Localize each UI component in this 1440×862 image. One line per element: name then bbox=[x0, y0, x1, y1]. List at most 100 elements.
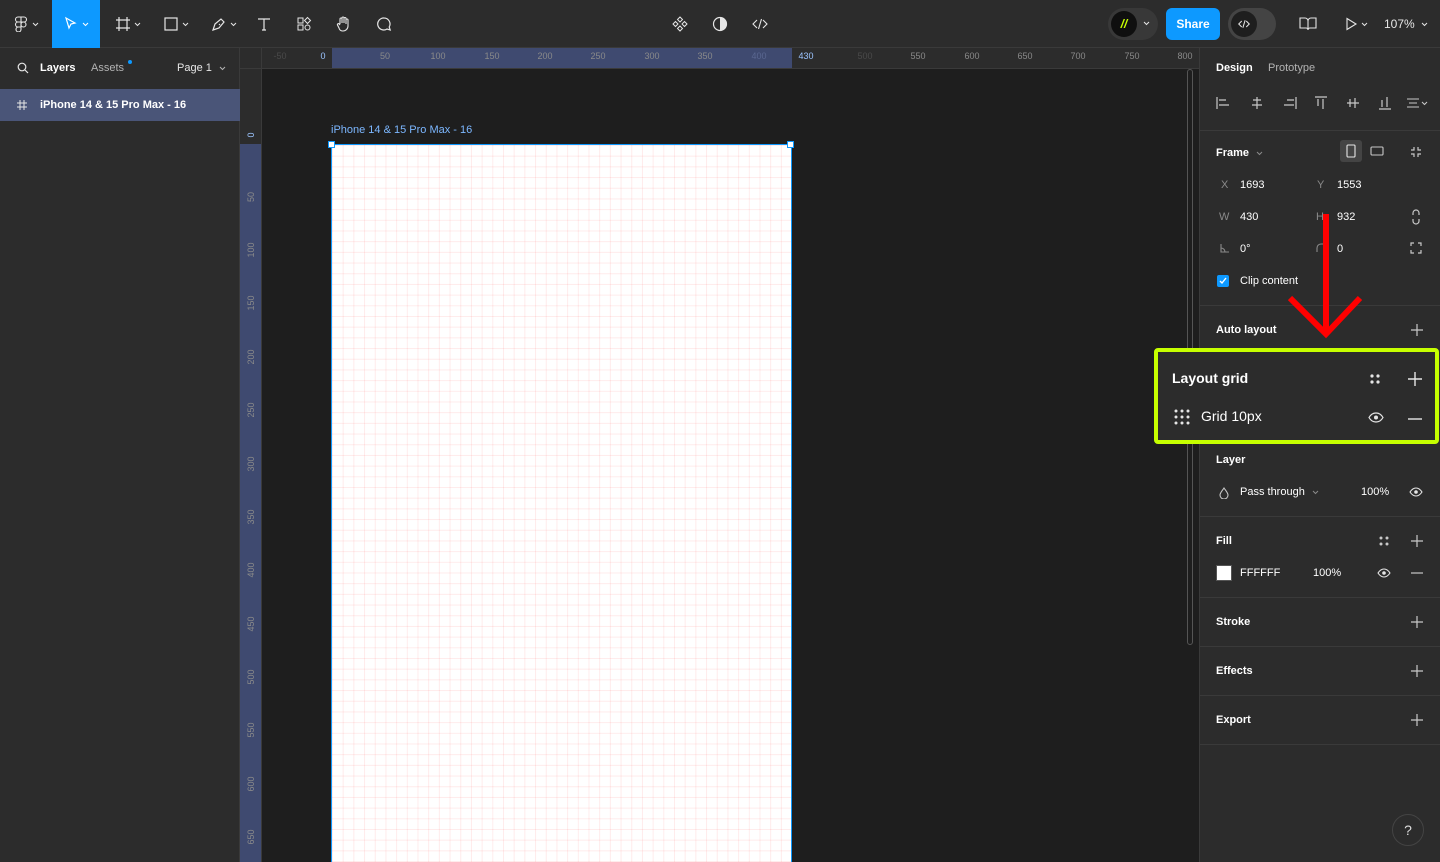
y-field[interactable]: 1553 bbox=[1337, 179, 1361, 191]
plus-icon[interactable] bbox=[1408, 372, 1422, 386]
resize-handle[interactable] bbox=[787, 141, 794, 148]
plus-icon[interactable] bbox=[1411, 665, 1423, 677]
distribute-icon[interactable] bbox=[1406, 96, 1428, 110]
chevron-down-icon bbox=[1361, 22, 1368, 26]
check-icon bbox=[1219, 277, 1227, 285]
tab-assets[interactable]: Assets bbox=[91, 62, 124, 74]
grid-icon[interactable] bbox=[1173, 408, 1191, 426]
divider bbox=[1200, 744, 1440, 745]
move-tool-button[interactable] bbox=[52, 0, 100, 48]
figma-logo-icon bbox=[14, 16, 28, 32]
align-horizontal-center-icon[interactable] bbox=[1250, 96, 1264, 110]
ruler-tick: 550 bbox=[910, 51, 926, 61]
align-left-icon[interactable] bbox=[1216, 96, 1230, 110]
align-top-icon[interactable] bbox=[1314, 96, 1328, 110]
frame-icon bbox=[116, 17, 130, 31]
portrait-button[interactable] bbox=[1340, 140, 1362, 162]
align-right-icon[interactable] bbox=[1283, 96, 1297, 110]
rotation-field[interactable]: 0° bbox=[1240, 243, 1251, 255]
search-icon[interactable] bbox=[17, 62, 29, 74]
components-button[interactable] bbox=[668, 0, 692, 48]
dev-mode-toggle[interactable] bbox=[1228, 8, 1276, 40]
page-label: Page 1 bbox=[177, 62, 212, 74]
landscape-button[interactable] bbox=[1366, 140, 1388, 162]
eye-icon[interactable] bbox=[1368, 412, 1384, 423]
layer-row[interactable]: iPhone 14 & 15 Pro Max - 16 bbox=[0, 89, 240, 121]
frame-label[interactable]: iPhone 14 & 15 Pro Max - 16 bbox=[331, 124, 472, 136]
align-bottom-icon[interactable] bbox=[1378, 96, 1392, 110]
chevron-down-icon bbox=[82, 22, 89, 26]
styles-icon[interactable] bbox=[1369, 373, 1381, 385]
share-button[interactable]: Share bbox=[1166, 8, 1220, 40]
layout-grid-title: Layout grid bbox=[1172, 370, 1249, 386]
tab-layers[interactable]: Layers bbox=[40, 62, 75, 74]
pen-tool-button[interactable] bbox=[204, 0, 244, 48]
blend-mode-select[interactable]: Pass through bbox=[1240, 486, 1319, 498]
shape-tool-button[interactable] bbox=[156, 0, 196, 48]
width-field[interactable]: 430 bbox=[1240, 211, 1258, 223]
frame-tool-button[interactable] bbox=[108, 0, 148, 48]
plus-icon[interactable] bbox=[1411, 714, 1423, 726]
ruler-tick: 350 bbox=[246, 509, 256, 525]
ruler-tick: 400 bbox=[751, 51, 767, 61]
chevron-down-icon bbox=[1421, 22, 1428, 26]
styles-icon[interactable] bbox=[1378, 535, 1390, 547]
resize-handle[interactable] bbox=[328, 141, 335, 148]
code-button[interactable] bbox=[748, 0, 772, 48]
horizontal-ruler[interactable]: -50 0 50 100 150 200 250 300 350 400 430… bbox=[262, 48, 1199, 69]
fill-color-swatch[interactable] bbox=[1216, 565, 1232, 581]
notification-dot bbox=[128, 60, 132, 64]
eye-icon[interactable] bbox=[1409, 487, 1423, 497]
main-menu-button[interactable] bbox=[8, 0, 44, 48]
independent-corners-icon[interactable] bbox=[1410, 242, 1422, 254]
eye-icon[interactable] bbox=[1377, 568, 1391, 578]
ruler-tick: 400 bbox=[246, 562, 256, 578]
canvas[interactable]: iPhone 14 & 15 Pro Max - 16 bbox=[262, 69, 1199, 862]
avatar: // bbox=[1111, 11, 1137, 37]
comment-icon bbox=[377, 17, 392, 31]
fill-hex-field[interactable]: FFFFFF bbox=[1240, 567, 1280, 579]
minus-icon[interactable] bbox=[1408, 418, 1422, 420]
x-field[interactable]: 1693 bbox=[1240, 179, 1264, 191]
text-tool-button[interactable] bbox=[252, 0, 276, 48]
contrast-icon bbox=[712, 16, 728, 32]
minus-icon[interactable] bbox=[1411, 572, 1423, 574]
zoom-menu[interactable]: 107% bbox=[1384, 0, 1428, 48]
constrain-proportions-icon[interactable] bbox=[1411, 209, 1421, 225]
x-label: X bbox=[1221, 179, 1229, 191]
user-menu[interactable]: // bbox=[1108, 8, 1158, 40]
panel-tabs: Layers Assets Page 1 bbox=[0, 48, 240, 88]
help-button[interactable]: ? bbox=[1392, 814, 1424, 846]
ruler-selection bbox=[332, 48, 792, 68]
ruler-tick: 350 bbox=[697, 51, 713, 61]
plus-icon[interactable] bbox=[1411, 616, 1423, 628]
tab-design[interactable]: Design bbox=[1216, 62, 1253, 74]
text-icon bbox=[258, 18, 270, 31]
comment-tool-button[interactable] bbox=[372, 0, 396, 48]
code-icon bbox=[752, 18, 768, 30]
plus-icon[interactable] bbox=[1411, 535, 1423, 547]
grid-item-label[interactable]: Grid 10px bbox=[1201, 408, 1262, 424]
frame-section-title[interactable]: Frame bbox=[1216, 147, 1263, 159]
annotation-arrow bbox=[1287, 214, 1363, 339]
layers-panel: Layers Assets Page 1 iPhone 14 & 15 Pro … bbox=[0, 48, 240, 862]
chevron-down-icon bbox=[230, 22, 237, 26]
pen-icon bbox=[212, 18, 225, 31]
appearance-button[interactable] bbox=[708, 0, 732, 48]
iphone-frame[interactable] bbox=[331, 144, 792, 862]
clip-content-checkbox[interactable] bbox=[1217, 275, 1229, 287]
resources-button[interactable] bbox=[292, 0, 316, 48]
align-vertical-center-icon[interactable] bbox=[1346, 96, 1360, 110]
plus-icon[interactable] bbox=[1411, 324, 1423, 336]
ruler-tick: 50 bbox=[246, 192, 256, 203]
divider bbox=[1200, 646, 1440, 647]
layer-opacity-field[interactable]: 100% bbox=[1361, 486, 1389, 498]
resize-to-fit-icon[interactable] bbox=[1410, 146, 1422, 158]
hand-tool-button[interactable] bbox=[332, 0, 356, 48]
vertical-ruler[interactable]: 0 50 100 150 200 250 300 350 400 450 500… bbox=[240, 69, 262, 862]
library-button[interactable] bbox=[1296, 0, 1320, 48]
tab-prototype[interactable]: Prototype bbox=[1268, 62, 1315, 74]
present-button[interactable] bbox=[1340, 0, 1372, 48]
page-selector[interactable]: Page 1 bbox=[177, 62, 226, 74]
fill-opacity-field[interactable]: 100% bbox=[1313, 567, 1341, 579]
